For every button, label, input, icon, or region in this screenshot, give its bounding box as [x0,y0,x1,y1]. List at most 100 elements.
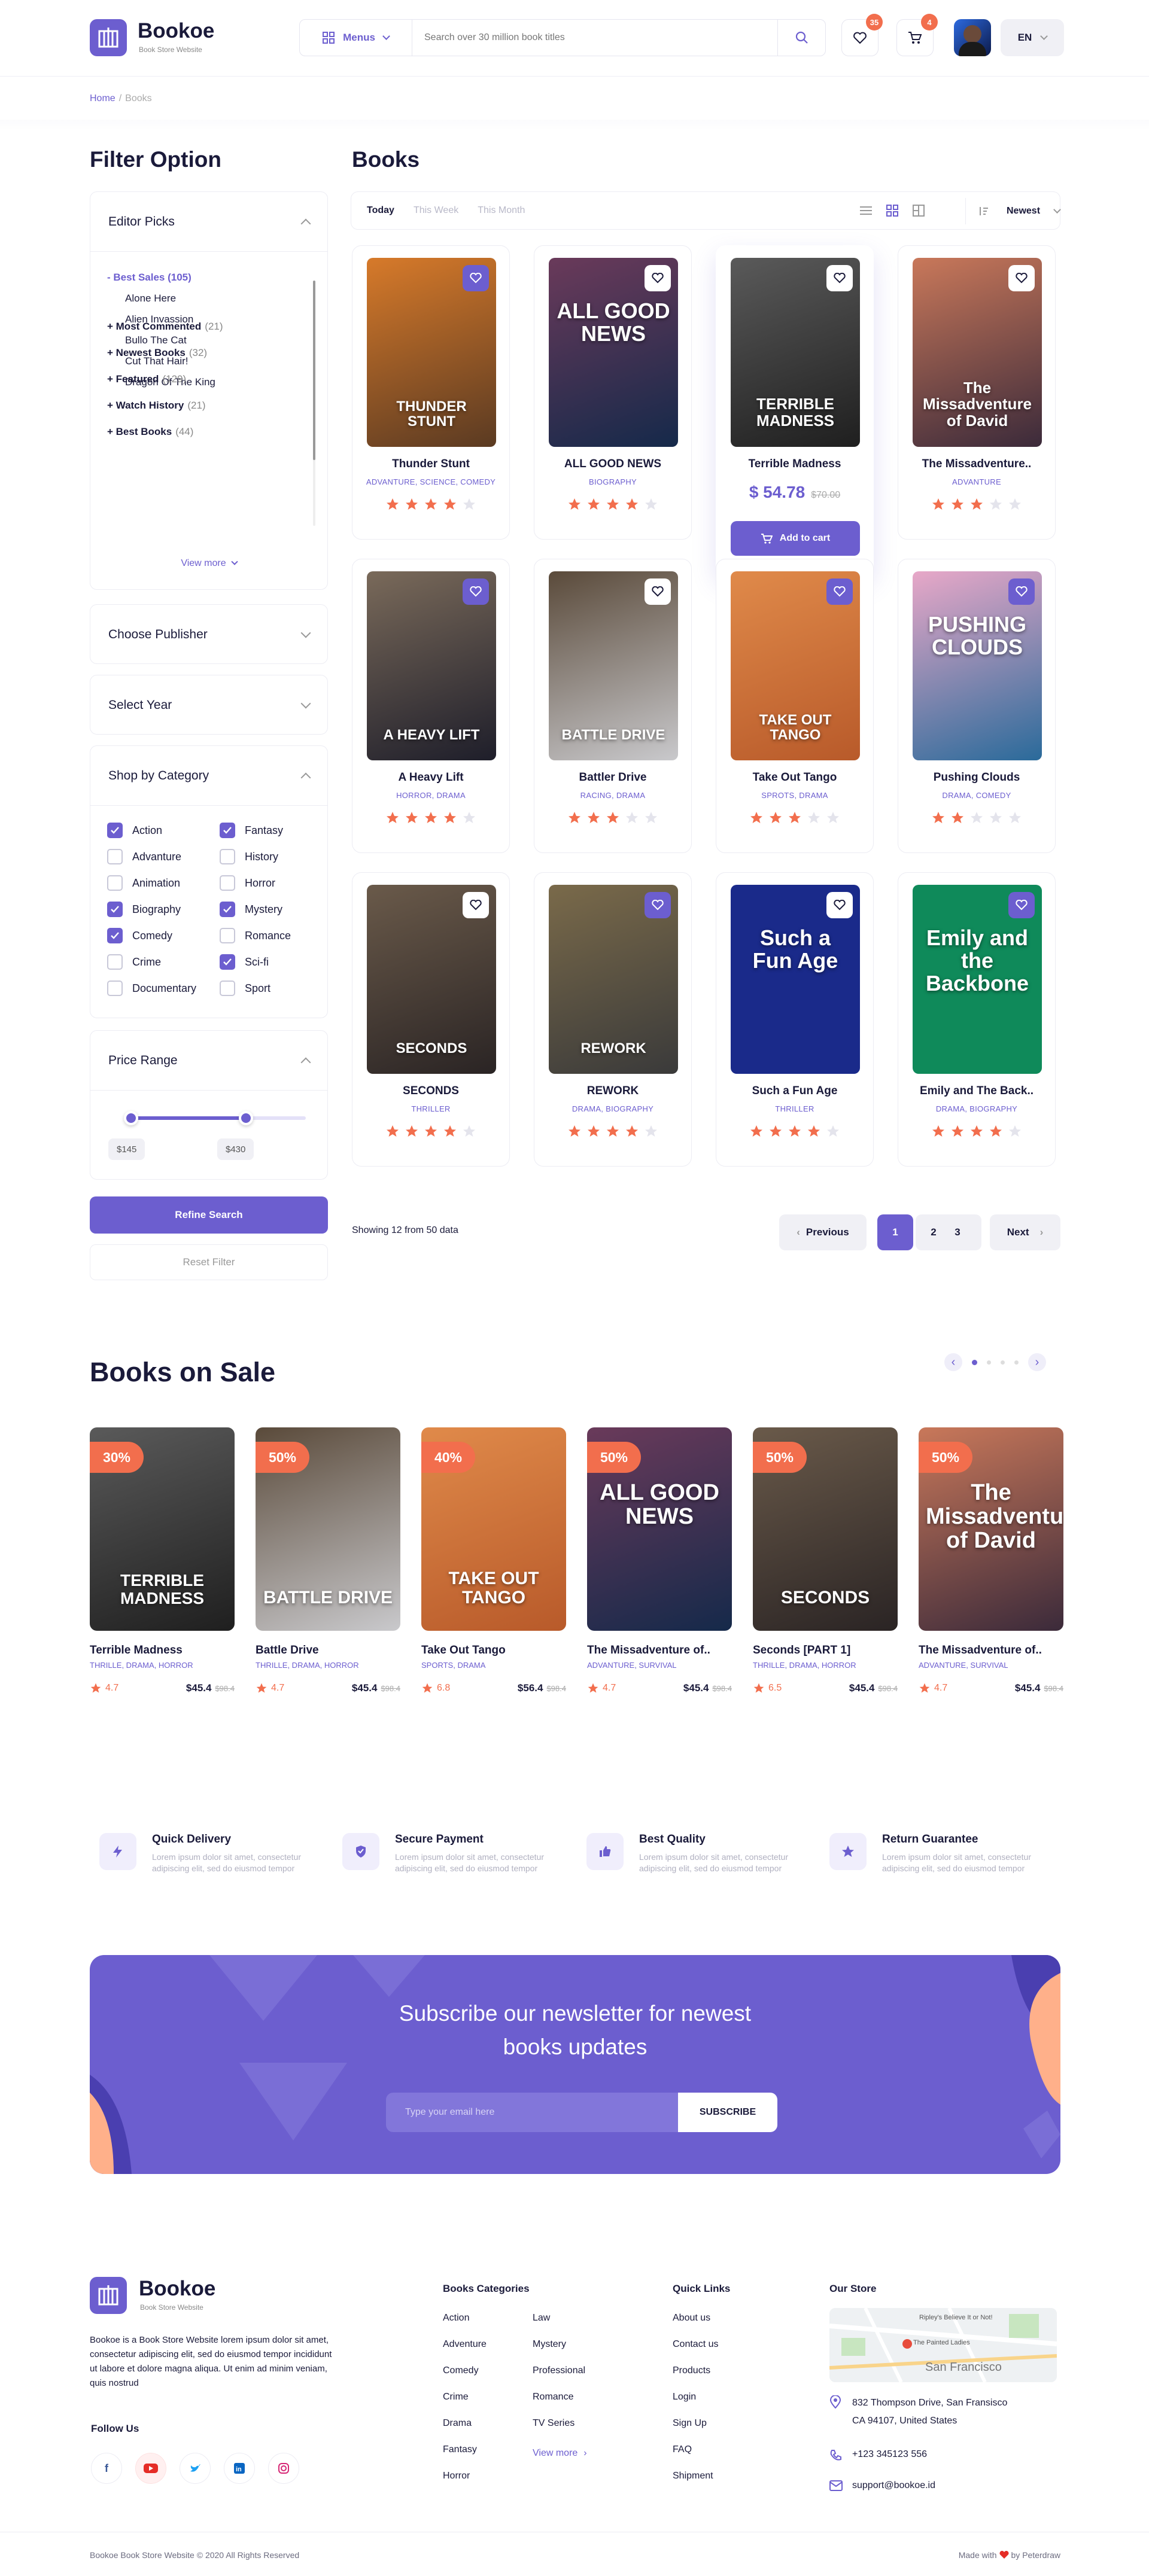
book-card[interactable]: TERRIBLE MADNESS Terrible Madness $ 54.78 $… [716,245,874,576]
category-checkbox-action[interactable]: Action [107,821,162,839]
footer-view-more-link[interactable]: View more › [533,2448,587,2459]
sale-cover[interactable]: ALL GOOD NEWS 50% [587,1427,732,1631]
book-cover[interactable]: Emily and the Backbone [913,885,1042,1074]
book-card[interactable]: TAKE OUT TANGO Take Out Tango SPROTS, DRAM… [716,559,874,853]
book-cover[interactable]: SECONDS [367,885,496,1074]
carousel-dot[interactable] [987,1360,991,1365]
book-title[interactable]: REWORK [534,1085,691,1098]
facebook-icon[interactable]: f [91,2453,122,2484]
footer-quick-link[interactable]: About us [673,2313,710,2324]
price-max-handle[interactable] [239,1111,253,1125]
book-title[interactable]: The Missadventure.. [898,458,1055,471]
book-cover[interactable]: A HEAVY LIFT [367,571,496,760]
category-checkbox-biography[interactable]: Biography [107,900,181,918]
breadcrumb-home[interactable]: Home [90,93,115,103]
add-to-cart-button[interactable]: Add to cart [731,521,860,556]
wishlist-toggle[interactable] [1008,892,1035,918]
book-cover[interactable]: TAKE OUT TANGO [731,571,860,760]
footer-quick-link[interactable]: Login [673,2392,696,2403]
wishlist-button[interactable]: 35 [841,14,883,56]
category-checkbox-mystery[interactable]: Mystery [220,900,282,918]
carousel-prev-button[interactable]: ‹ [944,1353,962,1371]
store-email[interactable]: support@bookoe.id [852,2480,935,2491]
footer-quick-link[interactable]: Sign Up [673,2418,707,2429]
pick-group[interactable]: + Most Commented (21) [107,313,223,340]
sale-cover[interactable]: SECONDS 50% [753,1427,898,1631]
previous-page-button[interactable]: ‹ Previous [779,1214,867,1250]
scrollbar[interactable] [313,281,315,526]
pick-group[interactable]: + Best Books (44) [107,419,223,445]
footer-category-link[interactable]: Adventure [443,2339,487,2350]
footer-quick-link[interactable]: Products [673,2365,710,2376]
price-min-handle[interactable] [124,1111,138,1125]
category-checkbox-sci-fi[interactable]: Sci-fi [220,953,269,971]
wishlist-toggle[interactable] [645,578,671,605]
linkedin-icon[interactable]: in [224,2453,255,2484]
book-title[interactable]: Terrible Madness [716,458,873,471]
pick-group[interactable]: + Newest Books (32) [107,340,223,366]
wishlist-toggle[interactable] [1008,265,1035,291]
view-more-link[interactable]: View more [90,558,327,569]
sale-cover[interactable]: The Missadventure of David 50% [919,1427,1063,1631]
tab-this-month[interactable]: This Month [478,205,525,216]
footer-category-link[interactable]: Action [443,2313,469,2324]
category-checkbox-horror[interactable]: Horror [220,874,275,892]
youtube-icon[interactable] [135,2453,166,2484]
menus-dropdown[interactable]: Menus [300,20,412,56]
pick-group[interactable]: + Watch History (21) [107,392,223,419]
category-checkbox-animation[interactable]: Animation [107,874,180,892]
wishlist-toggle[interactable] [463,578,489,605]
footer-quick-link[interactable]: FAQ [673,2444,692,2455]
best-sales-group[interactable]: - Best Sales (105) [107,267,223,288]
footer-quick-link[interactable]: Shipment [673,2471,713,2481]
subscribe-button[interactable]: SUBSCRIBE [678,2093,777,2132]
footer-category-link[interactable]: Comedy [443,2365,479,2376]
logo-icon[interactable] [90,19,127,56]
book-title[interactable]: Thunder Stunt [352,458,509,471]
wishlist-toggle[interactable] [1008,578,1035,605]
tab-this-week[interactable]: This Week [414,205,458,216]
book-title[interactable]: Battler Drive [534,771,691,784]
wishlist-toggle[interactable] [463,265,489,291]
book-title[interactable]: A Heavy Lift [352,771,509,784]
carousel-next-button[interactable]: › [1028,1353,1046,1371]
grid-view-icon[interactable] [886,205,898,217]
search-button[interactable] [777,20,825,56]
book-cover[interactable]: THUNDER STUNT [367,258,496,447]
sale-cover[interactable]: BATTLE DRIVE 50% [256,1427,400,1631]
book-title[interactable]: ALL GOOD NEWS [534,458,691,471]
book-title[interactable]: Such a Fun Age [716,1085,873,1098]
wishlist-toggle[interactable] [645,265,671,291]
wishlist-toggle[interactable] [463,892,489,918]
wishlist-toggle[interactable] [645,892,671,918]
sale-cover[interactable]: TAKE OUT TANGO 40% [421,1427,566,1631]
book-cover[interactable]: Such a Fun Age [731,885,860,1074]
book-card[interactable]: THUNDER STUNT Thunder Stunt ADVANTURE, SCI… [352,245,510,540]
wishlist-toggle[interactable] [826,892,853,918]
page-2-button[interactable]: 2 [922,1214,946,1250]
category-checkbox-comedy[interactable]: Comedy [107,927,172,945]
footer-category-link[interactable]: Professional [533,2365,585,2376]
category-checkbox-romance[interactable]: Romance [220,927,291,945]
language-selector[interactable]: EN [1001,19,1064,56]
wishlist-toggle[interactable] [826,265,853,291]
price-header[interactable]: Price Range [90,1031,327,1091]
list-view-icon[interactable] [860,206,872,215]
sale-cover[interactable]: TERRIBLE MADNESS 30% [90,1427,235,1631]
footer-category-link[interactable]: Horror [443,2471,470,2481]
page-3-button[interactable]: 3 [946,1214,969,1250]
instagram-icon[interactable] [268,2453,299,2484]
wishlist-toggle[interactable] [826,578,853,605]
store-map[interactable]: Ripley's Believe It or Not! The Painted … [829,2308,1057,2382]
book-card[interactable]: REWORK REWORK DRAMA, BIOGRAPHY [534,872,692,1167]
footer-category-link[interactable]: Crime [443,2392,469,2403]
footer-category-link[interactable]: Fantasy [443,2444,477,2455]
pick-sub-item[interactable]: Alone Here [107,288,223,309]
sale-book-title[interactable]: The Missadventure of.. [919,1644,1074,1657]
book-cover[interactable]: The Missadventure of David [913,258,1042,447]
twitter-icon[interactable] [180,2453,211,2484]
tab-today[interactable]: Today [367,205,394,216]
book-title[interactable]: SECONDS [352,1085,509,1098]
book-title[interactable]: Take Out Tango [716,771,873,784]
category-checkbox-advanture[interactable]: Advanture [107,848,181,866]
